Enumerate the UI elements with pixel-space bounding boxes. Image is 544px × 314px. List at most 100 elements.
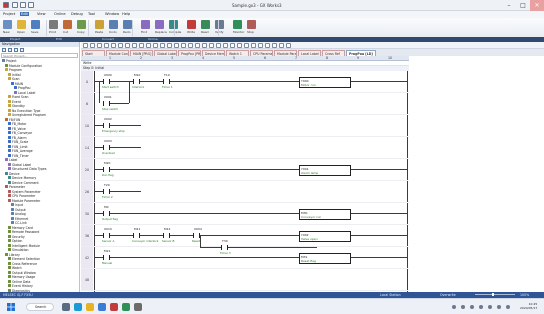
device-icon[interactable] [237,43,242,48]
ladder-contact[interactable] [103,145,110,150]
notification-icon[interactable] [479,305,483,309]
collapse-all-icon[interactable] [8,48,12,52]
ribbon-5-icon[interactable] [77,20,86,29]
tree-item[interactable]: Parameter [5,185,25,189]
verify-icon[interactable] [202,43,207,48]
step-number[interactable]: 26 [81,181,93,203]
ribbon-10-icon[interactable] [155,20,164,29]
save-icon[interactable] [12,2,18,8]
tree-item[interactable]: System Parameter [8,190,41,194]
tree-item[interactable]: CC-Link [11,221,27,225]
tree-item[interactable]: Structured Data Types [8,167,46,171]
ladder-contact[interactable] [103,167,110,172]
label-icon[interactable] [244,43,249,48]
explorer-icon[interactable] [86,303,94,311]
step-number[interactable]: 20 [81,159,93,181]
ladder-contact[interactable] [221,245,228,250]
clock[interactable]: 10:25 2024/05/17 [520,302,537,310]
cloud-icon[interactable] [506,305,510,309]
ladder-contact[interactable] [133,233,140,238]
ribbon-2-icon[interactable] [31,20,40,29]
tree-item[interactable]: MAIN [11,82,23,86]
ladder-editor[interactable]: 1 2 3 4 5 6 7 8 9 10 Write Step 0: Initial 0 6 10 14… [81,56,544,292]
close-button[interactable]: ✕ [530,0,544,11]
tree-item[interactable]: FUN_Limit [8,145,28,149]
tree-item[interactable]: Fixed Scan [8,95,29,99]
step-number[interactable]: 0 [81,71,93,93]
tree-item[interactable]: Unregistered Program [8,113,46,117]
ribbon-button-label[interactable]: New [3,30,10,34]
maximize-button[interactable]: □ [516,0,530,11]
tree-item[interactable]: Cross Reference [8,262,37,266]
step-number[interactable]: 6 [81,93,93,115]
ladder-coil[interactable]: Y002 Valve open [299,231,351,242]
step-icon[interactable] [209,43,214,48]
menu-tab-7[interactable]: Help [122,12,130,16]
delete-row-icon[interactable] [97,43,102,48]
project-search-input[interactable]: Search Project... [1,53,78,58]
tree-item[interactable]: Program [5,68,22,72]
ribbon-7-icon[interactable] [109,20,118,29]
tree-item[interactable]: Project [2,59,17,63]
ladder-coil[interactable]: M30 Conveyor run [299,209,351,220]
ribbon-16-icon[interactable] [247,20,256,29]
tree-item[interactable]: Element Selection [8,257,40,261]
zoom-slider[interactable] [475,294,515,295]
ribbon-15-icon[interactable] [233,20,242,29]
grid-icon[interactable] [251,43,256,48]
ladder-contact[interactable] [103,79,110,84]
mail-icon[interactable] [122,303,130,311]
step-number[interactable]: 10 [81,115,93,137]
ribbon-button-label[interactable]: Print [49,30,56,34]
settings-icon[interactable] [134,303,142,311]
ribbon-button-label[interactable]: Write [187,30,195,34]
ribbon-button-label[interactable]: Replace [155,30,167,34]
ladder-contact[interactable] [103,123,110,128]
store-icon[interactable] [98,303,106,311]
ribbon-button-label[interactable]: Redo [123,30,131,34]
ladder-contact[interactable] [133,79,140,84]
contact-nc-icon[interactable] [111,43,116,48]
undo-icon[interactable] [20,2,26,8]
ladder-coil[interactable]: Y000 Motor run [299,77,351,88]
tree-item[interactable]: Global Label [8,163,31,167]
battery-icon[interactable] [470,305,474,309]
tree-item[interactable]: FB_Valve [8,127,26,131]
tree-item[interactable]: FB_Conveyor [8,131,32,135]
tree-item[interactable]: Memory Usage [8,275,35,279]
ribbon-8-icon[interactable] [123,20,132,29]
volume-icon[interactable] [461,305,465,309]
tree-item[interactable]: Output [11,208,26,212]
menu-tab-5[interactable]: Tool [88,12,95,16]
tree-item[interactable]: Initial [8,73,21,77]
tree-item[interactable]: Label [5,158,17,162]
tree-item[interactable]: No Execution Type [8,109,40,113]
step-number[interactable]: 36 [81,225,93,247]
redo-icon[interactable] [28,2,34,8]
cursor-icon[interactable] [83,43,88,48]
chevron-up-icon[interactable] [488,305,492,309]
start-icon[interactable] [7,303,15,311]
tree-item[interactable]: FB_Motor [8,122,26,126]
ribbon-3-icon[interactable] [49,20,58,29]
wifi-icon[interactable] [452,305,456,309]
ribbon-button-label[interactable]: Undo [109,30,117,34]
tree-item[interactable]: FUN_Scale [8,140,28,144]
zoom-out-icon[interactable] [160,43,165,48]
monitor-icon[interactable] [174,43,179,48]
tree-item[interactable]: Device Comment [8,181,39,185]
menu-tab-4[interactable]: Debug [71,12,83,16]
tree-item[interactable]: Option [8,239,22,243]
tree-item[interactable]: Event [8,100,21,104]
tree-item[interactable]: Analog [11,212,26,216]
ribbon-9-icon[interactable] [141,20,150,29]
tree-item[interactable]: FB/FUN [5,118,20,122]
menu-tab-6[interactable]: Window [105,12,119,16]
insert-row-icon[interactable] [90,43,95,48]
ribbon-6-icon[interactable] [95,20,104,29]
ribbon-button-label[interactable]: Save [31,30,38,34]
step-number[interactable]: 30 [81,203,93,225]
function-icon[interactable] [125,43,130,48]
ladder-contact[interactable] [103,189,110,194]
ribbon-button-label[interactable]: Verify [215,30,224,34]
